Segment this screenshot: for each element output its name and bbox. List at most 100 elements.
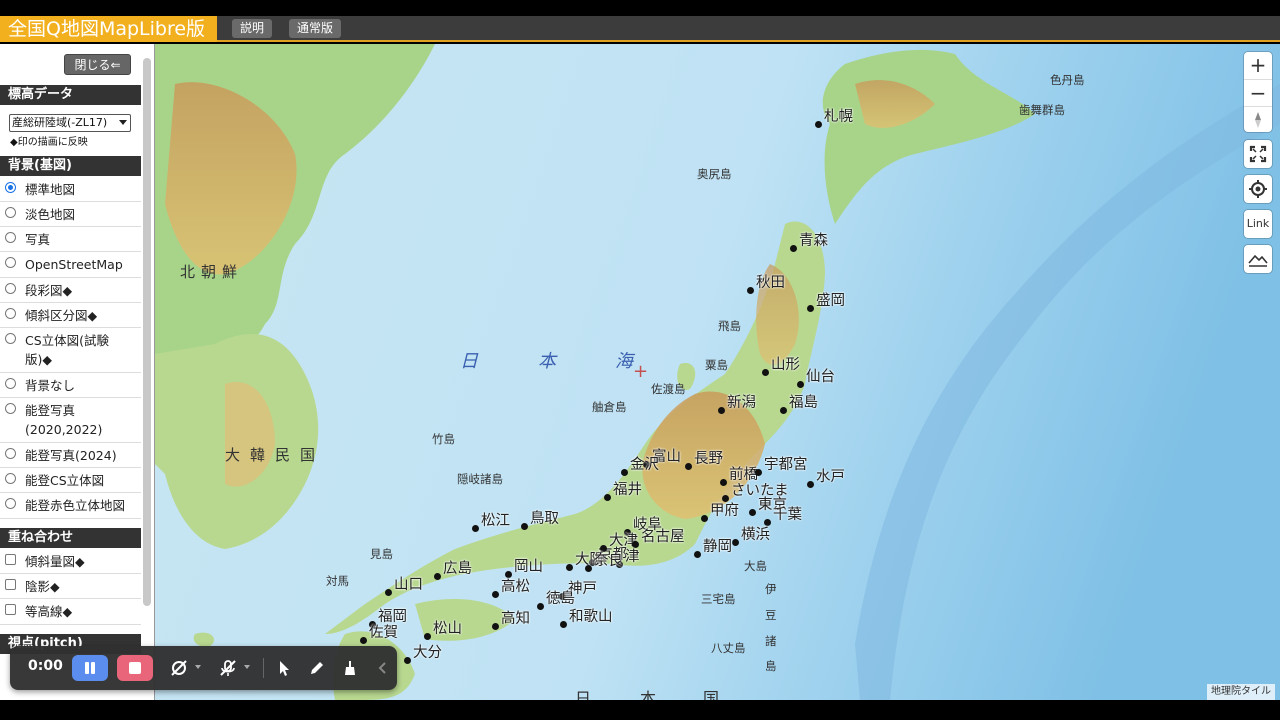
terrain-icon: [1248, 254, 1268, 267]
city-marker: [790, 245, 797, 252]
city-label: 奈良: [594, 553, 623, 569]
terrain-button[interactable]: [1244, 245, 1272, 273]
bg-option-slope[interactable]: 傾斜区分図◆: [0, 303, 141, 328]
bg-option-osm[interactable]: OpenStreetMap: [0, 252, 141, 278]
bg-option-none[interactable]: 背景なし: [0, 373, 141, 398]
checkbox[interactable]: [5, 554, 16, 565]
overlay-option-contour[interactable]: 等高線◆: [0, 599, 141, 625]
overlay-option-slope-amount[interactable]: 傾斜量図◆: [0, 549, 141, 574]
zoom-in-button[interactable]: +: [1244, 52, 1272, 78]
mic-off-icon[interactable]: [218, 658, 238, 678]
city-label: 新潟: [727, 395, 756, 411]
radio-button[interactable]: [5, 403, 16, 414]
island-label: 豆: [765, 608, 777, 622]
island-label: 島: [765, 659, 777, 673]
city-marker: [472, 525, 479, 532]
divider: [263, 658, 264, 678]
island-label: 伊: [765, 582, 777, 596]
radio-button[interactable]: [5, 283, 16, 294]
country-label: 北朝鮮: [180, 263, 244, 281]
city-marker: [560, 621, 567, 628]
help-tab[interactable]: 説明: [232, 19, 273, 38]
city-label: 高松: [501, 579, 530, 595]
overlay-option-hillshade[interactable]: 陰影◆: [0, 574, 141, 599]
compass-button[interactable]: [1244, 106, 1272, 132]
radio-button[interactable]: [5, 473, 16, 484]
geolocate-button[interactable]: [1244, 175, 1272, 203]
bg-option-noto-photo-2024[interactable]: 能登写真(2024): [0, 443, 141, 468]
pen-icon[interactable]: [307, 658, 327, 678]
city-marker: [434, 573, 441, 580]
radio-button[interactable]: [5, 448, 16, 459]
bottom-label: 国: [703, 689, 720, 700]
fullscreen-button[interactable]: [1244, 140, 1272, 168]
chevron-down-icon[interactable]: [244, 665, 250, 672]
close-sidebar-button[interactable]: 閉じる⇐: [64, 54, 131, 75]
pause-button[interactable]: [72, 655, 108, 681]
radio-button[interactable]: [5, 257, 16, 268]
city-label: 札幌: [824, 109, 853, 125]
radio-button[interactable]: [5, 308, 16, 319]
link-button[interactable]: Link: [1244, 210, 1272, 238]
map-canvas[interactable]: + 日 本 海 日 本 国 北朝鮮 大韓民国 色丹島 歯舞群島 奥尻島 飛島 粟…: [155, 44, 1280, 700]
checkbox[interactable]: [5, 604, 16, 615]
city-label: 宇都宮: [764, 457, 808, 473]
bg-option-noto-cs[interactable]: 能登CS立体図: [0, 468, 141, 493]
bottom-label: 日: [575, 689, 592, 700]
letterbox-bar: [0, 700, 1280, 720]
cursor-icon[interactable]: [274, 658, 294, 678]
city-label: 長野: [694, 451, 723, 467]
map-attribution[interactable]: 地理院タイル: [1207, 684, 1275, 700]
island-label: 飛島: [718, 319, 741, 333]
stop-button[interactable]: [117, 655, 153, 681]
elevation-header: 標高データ: [0, 85, 141, 105]
elevation-select[interactable]: 産総研陸域(-ZL17): [9, 114, 131, 132]
elevation-note: ◆印の描画に反映: [10, 137, 88, 148]
bg-option-cs[interactable]: CS立体図(試験版)◆: [0, 328, 141, 373]
city-marker: [755, 469, 762, 476]
eraser-icon[interactable]: [340, 658, 360, 678]
chevron-down-icon[interactable]: [195, 665, 201, 672]
island-label: 色丹島: [1050, 73, 1085, 87]
island-label: 隠岐諸島: [457, 472, 503, 486]
zoom-out-button[interactable]: −: [1244, 79, 1272, 105]
city-label: 和歌山: [569, 609, 613, 625]
city-label: 岡山: [514, 559, 543, 575]
checkbox[interactable]: [5, 579, 16, 590]
bg-option-noto-photo-2020[interactable]: 能登写真(2020,2022): [0, 398, 141, 443]
city-label: 高知: [501, 611, 530, 627]
city-marker: [537, 603, 544, 610]
radio-button[interactable]: [5, 182, 16, 193]
city-marker: [604, 494, 611, 501]
city-marker: [585, 565, 592, 572]
city-label: 大分: [413, 645, 442, 661]
radio-button[interactable]: [5, 378, 16, 389]
bg-option-relief[interactable]: 段彩図◆: [0, 278, 141, 303]
bg-option-standard[interactable]: 標準地図: [0, 177, 141, 202]
sidebar-scrollbar[interactable]: [143, 58, 151, 606]
radio-button[interactable]: [5, 232, 16, 243]
city-label: 福井: [613, 482, 642, 498]
app-title: 全国Q地図MapLibre版: [0, 16, 217, 42]
city-label: 福島: [789, 395, 818, 411]
normal-version-tab[interactable]: 通常版: [289, 19, 342, 38]
radio-button[interactable]: [5, 498, 16, 509]
city-label: 盛岡: [816, 293, 845, 309]
camera-off-icon[interactable]: [169, 658, 189, 678]
city-marker: [720, 479, 727, 486]
bg-option-photo[interactable]: 写真: [0, 227, 141, 252]
sea-label: 日: [460, 351, 478, 372]
city-marker: [621, 469, 628, 476]
country-label: 大韓民国: [225, 446, 326, 464]
bg-option-pale[interactable]: 淡色地図: [0, 202, 141, 227]
city-marker: [385, 589, 392, 596]
collapse-icon[interactable]: [373, 658, 393, 678]
island-label: 佐渡島: [651, 382, 686, 396]
city-label: 青森: [799, 233, 828, 249]
city-marker: [815, 121, 822, 128]
radio-button[interactable]: [5, 333, 16, 344]
bg-option-noto-red-relief[interactable]: 能登赤色立体地図: [0, 493, 141, 519]
city-label: 津: [625, 549, 640, 565]
geolocate-icon: [1249, 180, 1267, 198]
radio-button[interactable]: [5, 207, 16, 218]
